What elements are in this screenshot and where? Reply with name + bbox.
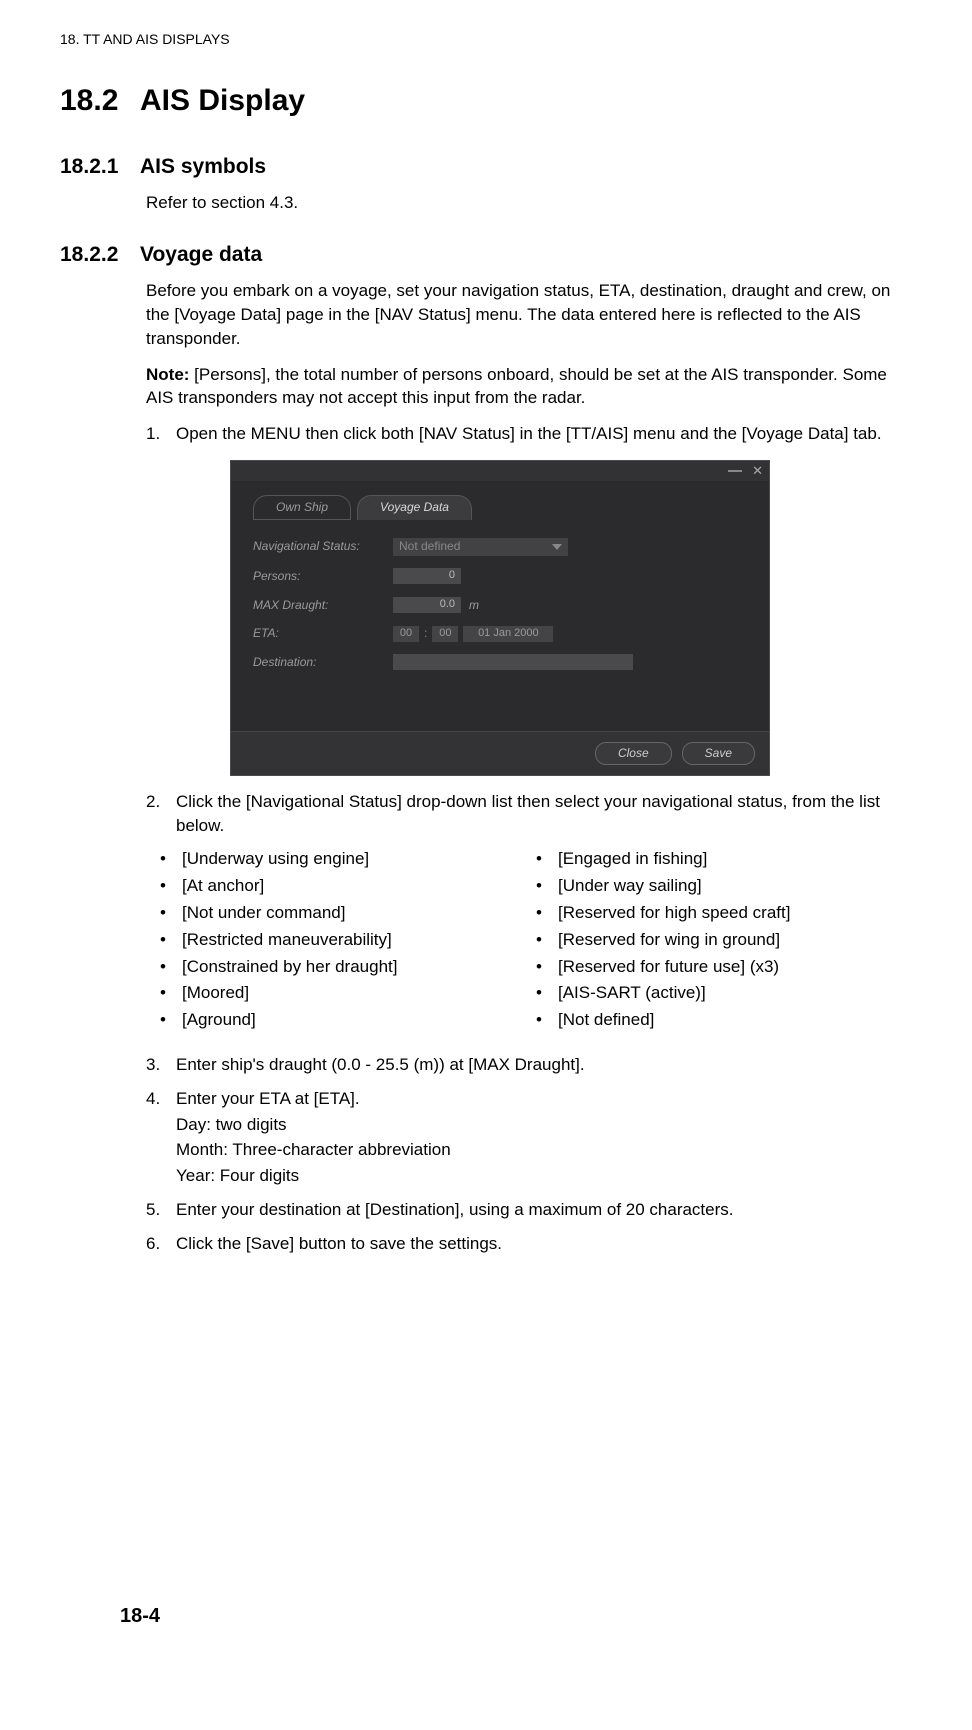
subsection-2-title: 18.2.2Voyage data xyxy=(60,240,912,269)
list-item: •[Restricted maneuverability] xyxy=(160,928,536,952)
eta-colon: : xyxy=(424,625,427,642)
step-4: 4. Enter your ETA at [ETA]. Day: two dig… xyxy=(146,1087,912,1188)
save-button[interactable]: Save xyxy=(682,742,755,765)
max-draught-input[interactable]: 0.0 xyxy=(393,597,461,613)
chapter-header: 18. TT AND AIS DISPLAYS xyxy=(60,30,912,50)
eta-hour-input[interactable]: 00 xyxy=(393,626,419,642)
list-item: •[Engaged in fishing] xyxy=(536,847,912,871)
list-item: •[Aground] xyxy=(160,1008,536,1032)
step-3-text: Enter ship's draught (0.0 - 25.5 (m)) at… xyxy=(176,1053,912,1077)
list-item: •[Not under command] xyxy=(160,901,536,925)
minimize-icon[interactable] xyxy=(728,470,742,472)
list-item: •[Constrained by her draught] xyxy=(160,955,536,979)
eta-minute-input[interactable]: 00 xyxy=(432,626,458,642)
step-5: 5. Enter your destination at [Destinatio… xyxy=(146,1198,912,1222)
step-4-sub-2: Month: Three-character abbreviation xyxy=(176,1138,912,1162)
nav-status-dropdown[interactable]: Not defined xyxy=(393,538,568,556)
max-draught-label: MAX Draught: xyxy=(253,597,393,614)
note-text: [Persons], the total number of persons o… xyxy=(146,365,887,408)
list-item: •[Moored] xyxy=(160,981,536,1005)
note-label: Note: xyxy=(146,365,189,384)
subsection-1-body: Refer to section 4.3. xyxy=(146,191,912,215)
chevron-down-icon xyxy=(552,544,562,550)
nav-status-value: Not defined xyxy=(399,538,460,555)
step-3-number: 3. xyxy=(146,1053,176,1077)
step-4-sub-1: Day: two digits xyxy=(176,1113,912,1137)
section-number: 18.2 xyxy=(60,80,140,122)
step-2-text: Click the [Navigational Status] drop-dow… xyxy=(176,790,912,838)
persons-label: Persons: xyxy=(253,568,393,585)
eta-date-input[interactable]: 01 Jan 2000 xyxy=(463,626,553,642)
nav-status-options: •[Underway using engine] •[At anchor] •[… xyxy=(160,847,912,1035)
step-5-number: 5. xyxy=(146,1198,176,1222)
step-1-number: 1. xyxy=(146,422,176,446)
tab-voyage-data[interactable]: Voyage Data xyxy=(357,495,472,520)
section-title-text: AIS Display xyxy=(140,84,305,117)
step-5-text: Enter your destination at [Destination],… xyxy=(176,1198,912,1222)
step-6-number: 6. xyxy=(146,1232,176,1256)
tab-own-ship[interactable]: Own Ship xyxy=(253,495,351,520)
step-6: 6. Click the [Save] button to save the s… xyxy=(146,1232,912,1256)
subsection-1-title: 18.2.1AIS symbols xyxy=(60,152,912,181)
persons-input[interactable]: 0 xyxy=(393,568,461,584)
eta-label: ETA: xyxy=(253,625,393,642)
step-6-text: Click the [Save] button to save the sett… xyxy=(176,1232,912,1256)
subsection-2-intro: Before you embark on a voyage, set your … xyxy=(146,279,912,350)
note-line: Note: [Persons], the total number of per… xyxy=(146,363,912,411)
destination-input[interactable] xyxy=(393,654,633,670)
subsection-2-number: 18.2.2 xyxy=(60,240,140,269)
step-1: 1. Open the MENU then click both [NAV St… xyxy=(146,422,912,446)
list-item: •[Under way sailing] xyxy=(536,874,912,898)
list-item: •[AIS-SART (active)] xyxy=(536,981,912,1005)
subsection-1-number: 18.2.1 xyxy=(60,152,140,181)
close-button[interactable]: Close xyxy=(595,742,672,765)
step-3: 3. Enter ship's draught (0.0 - 25.5 (m))… xyxy=(146,1053,912,1077)
draught-unit: m xyxy=(469,597,479,614)
step-4-text: Enter your ETA at [ETA]. xyxy=(176,1087,912,1111)
dialog-titlebar: ✕ xyxy=(231,461,769,481)
step-4-sub-3: Year: Four digits xyxy=(176,1164,912,1188)
step-1-text: Open the MENU then click both [NAV Statu… xyxy=(176,422,912,446)
step-2-number: 2. xyxy=(146,790,176,838)
list-item: •[At anchor] xyxy=(160,874,536,898)
list-item: •[Reserved for future use] (x3) xyxy=(536,955,912,979)
voyage-data-dialog-figure: ✕ Own Ship Voyage Data Navigational Stat… xyxy=(230,460,912,776)
nav-status-label: Navigational Status: xyxy=(253,538,393,555)
page-number: 18-4 xyxy=(120,1602,160,1630)
list-item: •[Reserved for high speed craft] xyxy=(536,901,912,925)
subsection-1-title-text: AIS symbols xyxy=(140,155,266,178)
list-item: •[Underway using engine] xyxy=(160,847,536,871)
close-icon[interactable]: ✕ xyxy=(752,462,763,480)
step-2: 2. Click the [Navigational Status] drop-… xyxy=(146,790,912,838)
step-4-number: 4. xyxy=(146,1087,176,1188)
section-title: 18.2AIS Display xyxy=(60,80,912,122)
dialog-window: ✕ Own Ship Voyage Data Navigational Stat… xyxy=(230,460,770,776)
destination-label: Destination: xyxy=(253,654,393,671)
subsection-2-title-text: Voyage data xyxy=(140,243,262,266)
list-item: •[Not defined] xyxy=(536,1008,912,1032)
list-item: •[Reserved for wing in ground] xyxy=(536,928,912,952)
